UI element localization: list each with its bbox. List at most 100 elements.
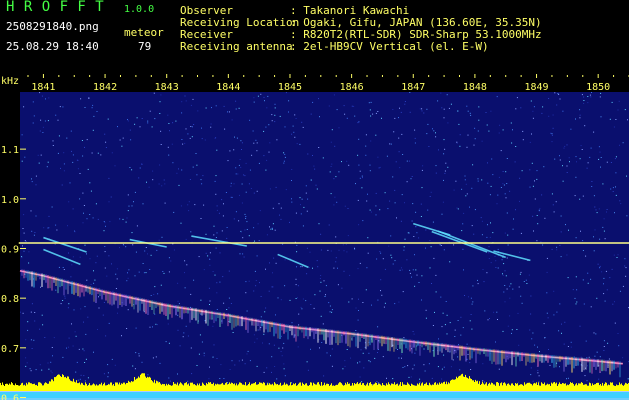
noise-speck (31, 230, 33, 232)
noise-speck (89, 182, 91, 184)
noise-speck (178, 168, 179, 170)
power-bar (192, 382, 193, 391)
noise-speck (125, 246, 127, 248)
power-bar (362, 383, 363, 391)
noise-speck (216, 292, 218, 294)
noise-speck (401, 267, 402, 269)
noise-speck (566, 172, 568, 173)
noise-speck (345, 243, 347, 245)
power-bar (430, 384, 431, 391)
power-bar (441, 382, 442, 391)
x-tick-label: 1848 (463, 82, 487, 93)
noise-speck (185, 238, 187, 240)
power-bar (180, 382, 181, 391)
noise-speck (466, 358, 468, 360)
power-bar (159, 382, 160, 391)
noise-speck (411, 220, 413, 222)
power-bar (377, 384, 378, 391)
noise-speck (76, 361, 78, 363)
noise-speck (606, 161, 608, 163)
noise-speck (99, 287, 100, 289)
power-bar (7, 383, 8, 391)
noise-speck (346, 349, 348, 350)
power-bar (275, 383, 276, 391)
noise-speck (64, 295, 66, 297)
power-bar (35, 385, 36, 391)
noise-speck (198, 353, 200, 355)
power-bar (263, 382, 264, 391)
noise-speck (203, 352, 205, 354)
noise-speck (309, 251, 311, 253)
noise-speck (131, 232, 133, 234)
power-bar (426, 382, 427, 391)
power-bar (173, 382, 174, 391)
noise-speck (207, 255, 209, 257)
power-bar (500, 383, 501, 391)
noise-speck (107, 364, 109, 366)
power-bar (89, 383, 90, 391)
noise-speck (506, 288, 508, 290)
noise-speck (400, 111, 402, 113)
x-axis-ticks: 1841 1842 1843 1844 1845 1846 1847 1848 1849 1850 (27, 74, 629, 93)
power-bar (581, 382, 582, 391)
noise-speck (400, 220, 402, 222)
noise-speck (291, 169, 293, 170)
noise-speck (223, 203, 224, 205)
power-bar (334, 385, 335, 391)
power-bar (183, 385, 184, 391)
noise-speck (600, 157, 602, 158)
noise-speck (618, 100, 620, 102)
power-bar (460, 375, 461, 391)
power-bar (199, 383, 200, 391)
power-bar (411, 383, 412, 391)
noise-speck (201, 138, 203, 140)
noise-speck (435, 132, 436, 134)
noise-speck (551, 248, 553, 250)
power-bar (239, 382, 240, 391)
noise-speck (291, 322, 293, 324)
noise-speck (104, 133, 106, 135)
power-bar (269, 383, 270, 391)
power-bar (64, 377, 65, 391)
noise-speck (398, 151, 400, 153)
noise-speck (83, 321, 84, 323)
noise-speck (455, 180, 457, 182)
noise-speck (335, 261, 337, 263)
noise-speck (216, 205, 218, 207)
noise-speck (280, 218, 282, 220)
noise-speck (469, 362, 471, 364)
noise-speck (501, 259, 503, 261)
power-bar (174, 383, 175, 391)
noise-speck (502, 274, 504, 276)
noise-speck (613, 126, 615, 128)
noise-speck (589, 156, 591, 158)
noise-speck (402, 367, 404, 368)
noise-speck (320, 275, 322, 276)
noise-speck (108, 201, 110, 203)
noise-speck (354, 248, 356, 250)
noise-speck (471, 328, 473, 330)
noise-speck (551, 193, 553, 195)
noise-speck (307, 153, 309, 155)
power-bar (591, 385, 592, 391)
noise-speck (102, 314, 104, 316)
noise-speck (230, 185, 232, 187)
noise-speck (42, 324, 44, 326)
power-bar (45, 382, 46, 391)
noise-speck (46, 166, 48, 168)
power-bar (268, 384, 269, 391)
noise-speck (132, 365, 134, 367)
noise-speck (25, 339, 27, 341)
power-bar (204, 385, 205, 391)
power-bar (350, 385, 351, 391)
power-bar (93, 383, 94, 391)
noise-speck (157, 293, 159, 295)
noise-speck (603, 293, 605, 295)
noise-speck (243, 174, 245, 176)
power-bar (71, 381, 72, 391)
power-bar (390, 385, 391, 391)
noise-speck (39, 328, 41, 330)
power-bar (52, 379, 53, 391)
noise-speck (369, 109, 371, 111)
noise-speck (534, 198, 536, 200)
